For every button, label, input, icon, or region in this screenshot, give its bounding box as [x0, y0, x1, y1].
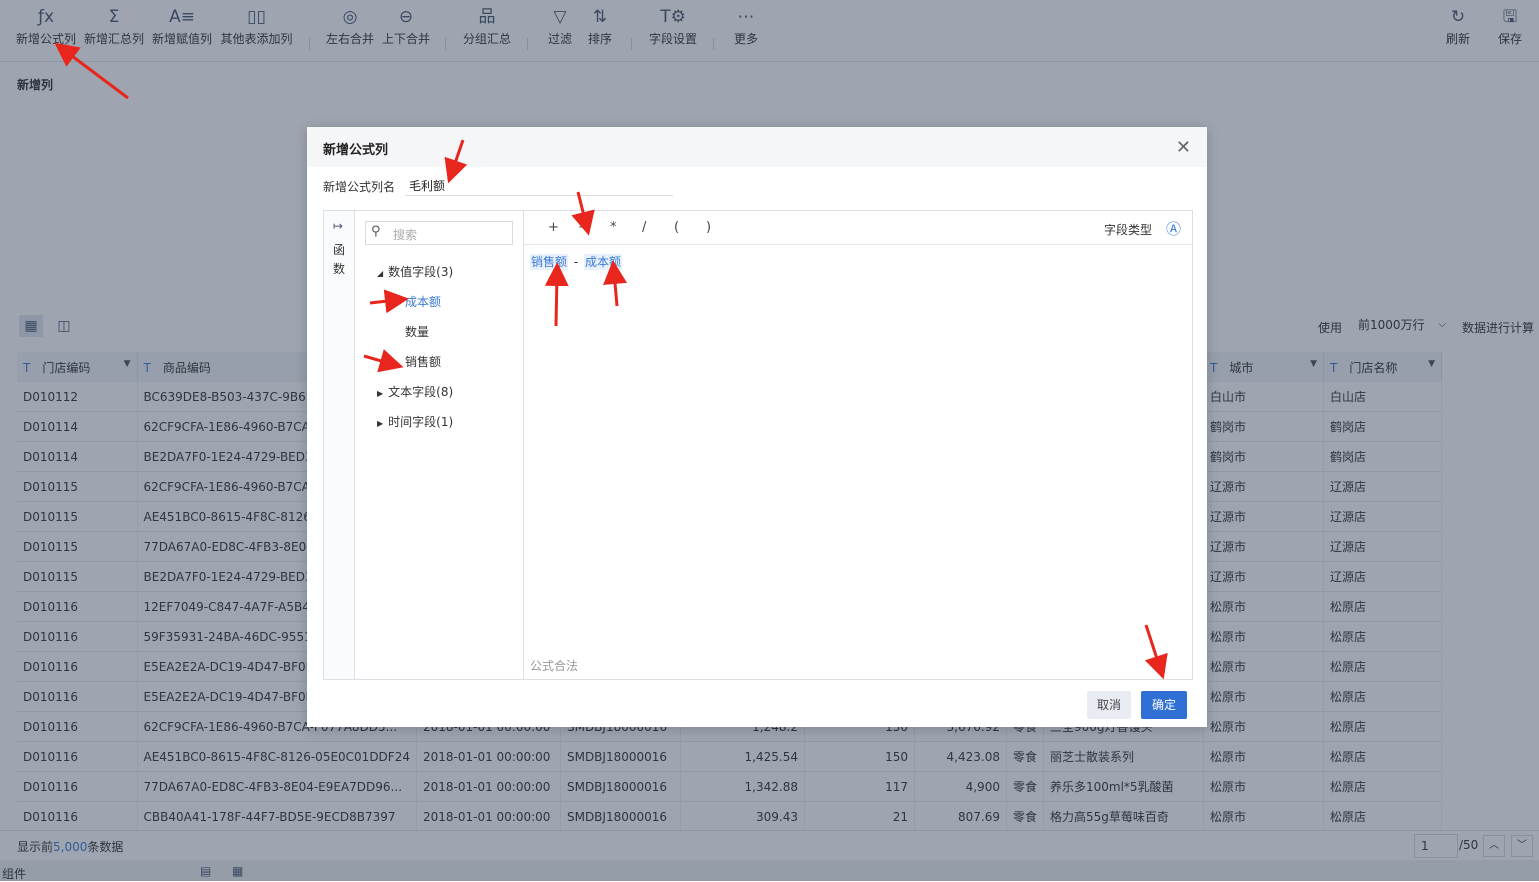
annotation-arrow: [369, 289, 409, 314]
annotation-arrow: [571, 191, 595, 236]
annotation-arrows: [54, 42, 1168, 680]
annotation-arrow: [544, 262, 569, 327]
annotation-arrow: [603, 260, 628, 307]
annotation-arrow: [363, 349, 404, 373]
annotation-arrow: [1144, 624, 1168, 680]
annotation-arrow: [54, 42, 129, 100]
annotation-arrow: [444, 139, 468, 184]
